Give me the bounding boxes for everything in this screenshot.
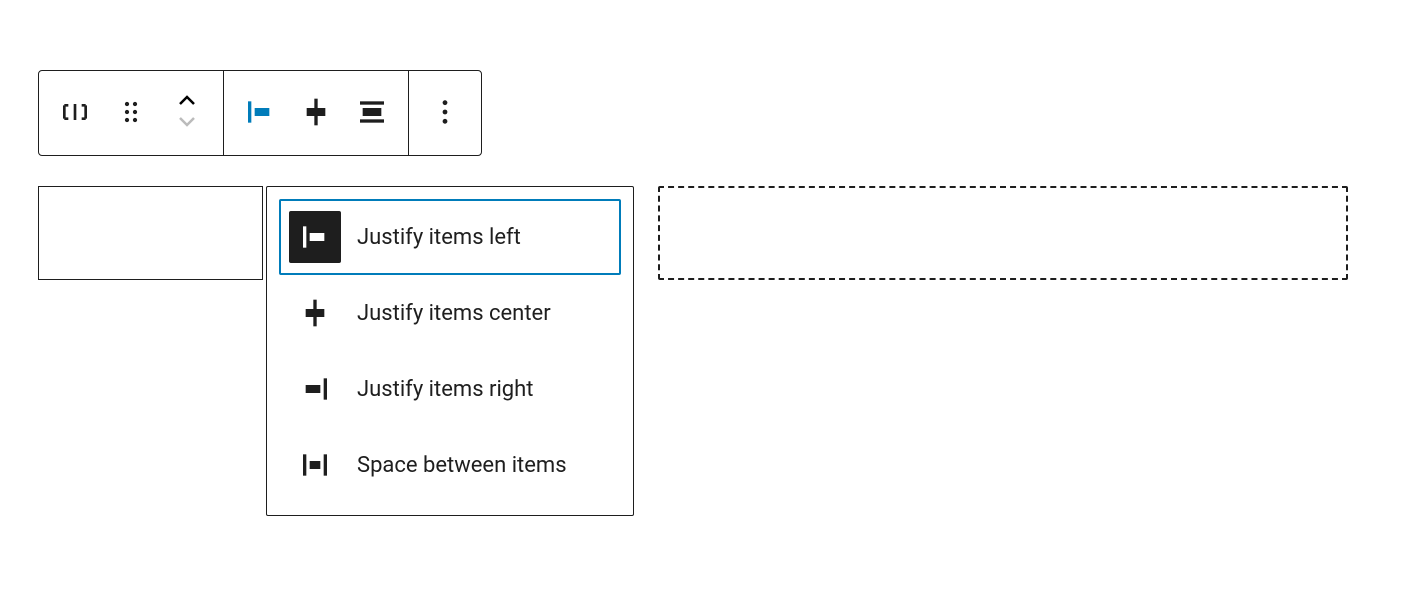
justify-center-icon (289, 287, 341, 339)
chevron-up-icon (175, 91, 199, 113)
justify-dropdown: Justify items left Justify items center … (266, 186, 634, 516)
menu-item-justify-left[interactable]: Justify items left (279, 199, 621, 275)
menu-item-space-between[interactable]: Space between items (279, 427, 621, 503)
justify-left-button[interactable] (232, 71, 288, 155)
menu-item-label: Justify items left (357, 225, 521, 250)
block-toolbar (38, 70, 482, 156)
menu-item-justify-center[interactable]: Justify items center (279, 275, 621, 351)
block-type-button[interactable] (47, 71, 103, 155)
drag-icon (115, 96, 147, 131)
align-middle-button[interactable] (288, 71, 344, 155)
more-vertical-icon (429, 96, 461, 131)
align-center-icon (300, 96, 332, 131)
more-options-button[interactable] (417, 71, 473, 155)
chevron-down-icon (175, 113, 199, 135)
row-block-icon (59, 96, 91, 131)
justify-left-icon (244, 96, 276, 131)
menu-item-justify-right[interactable]: Justify items right (279, 351, 621, 427)
menu-item-label: Justify items center (357, 301, 551, 326)
menu-item-label: Justify items right (357, 377, 533, 402)
space-between-icon (289, 439, 341, 491)
toolbar-group-align (223, 71, 408, 155)
drag-handle-button[interactable] (103, 71, 159, 155)
placeholder-block[interactable] (658, 186, 1348, 280)
menu-item-label: Space between items (357, 453, 567, 478)
justify-right-icon (289, 363, 341, 415)
align-stretch-button[interactable] (344, 71, 400, 155)
align-stretch-icon (356, 96, 388, 131)
move-arrows[interactable] (159, 71, 215, 155)
toolbar-group-more (408, 71, 481, 155)
selected-block[interactable] (38, 186, 263, 280)
toolbar-group-block (39, 71, 223, 155)
justify-left-icon (289, 211, 341, 263)
